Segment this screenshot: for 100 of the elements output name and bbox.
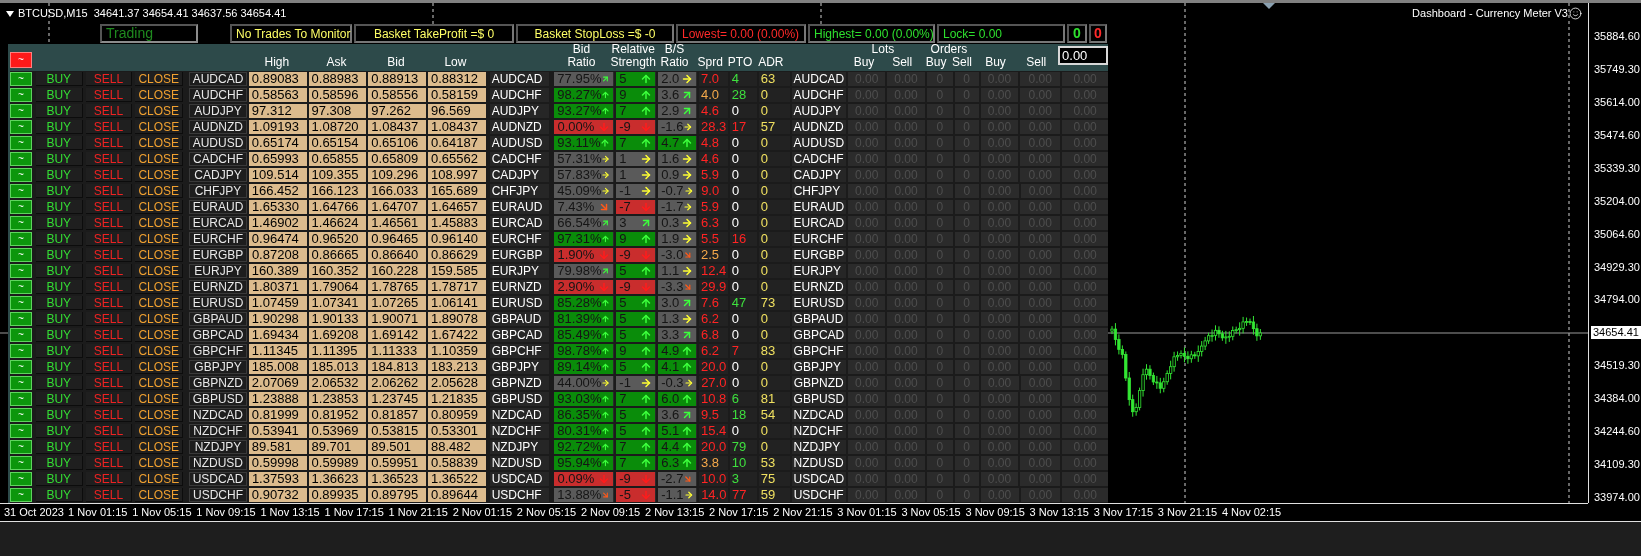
sell-button[interactable]: SELL xyxy=(85,344,133,358)
toggle-button[interactable]: ~ xyxy=(10,472,32,486)
sell-button[interactable]: SELL xyxy=(85,376,133,390)
buy-button[interactable]: BUY xyxy=(35,392,83,406)
sell-button[interactable]: SELL xyxy=(85,296,133,310)
sell-button[interactable]: SELL xyxy=(85,312,133,326)
toggle-button[interactable]: ~ xyxy=(10,216,32,230)
buy-button[interactable]: BUY xyxy=(35,168,83,182)
close-button[interactable]: CLOSE xyxy=(135,104,184,118)
close-button[interactable]: CLOSE xyxy=(135,120,184,134)
buy-button[interactable]: BUY xyxy=(35,328,83,342)
buy-button[interactable]: BUY xyxy=(35,360,83,374)
close-button[interactable]: CLOSE xyxy=(135,136,184,150)
toggle-button[interactable]: ~ xyxy=(10,440,32,454)
toggle-button[interactable]: ~ xyxy=(10,312,32,326)
close-button[interactable]: CLOSE xyxy=(135,72,184,86)
close-button[interactable]: CLOSE xyxy=(135,344,184,358)
toggle-button[interactable]: ~ xyxy=(10,200,32,214)
sell-button[interactable]: SELL xyxy=(85,472,133,486)
sell-button[interactable]: SELL xyxy=(85,72,133,86)
close-button[interactable]: CLOSE xyxy=(135,200,184,214)
toggle-button[interactable]: ~ xyxy=(10,72,32,86)
buy-button[interactable]: BUY xyxy=(35,440,83,454)
buy-button[interactable]: BUY xyxy=(35,472,83,486)
toggle-button[interactable]: ~ xyxy=(10,152,32,166)
close-button[interactable]: CLOSE xyxy=(135,472,184,486)
buy-button[interactable]: BUY xyxy=(35,344,83,358)
toggle-button[interactable]: ~ xyxy=(10,328,32,342)
close-button[interactable]: CLOSE xyxy=(135,216,184,230)
toggle-button[interactable]: ~ xyxy=(10,104,32,118)
buy-button[interactable]: BUY xyxy=(35,376,83,390)
sell-button[interactable]: SELL xyxy=(85,280,133,294)
buy-button[interactable]: BUY xyxy=(35,264,83,278)
close-button[interactable]: CLOSE xyxy=(135,88,184,102)
buy-button[interactable]: BUY xyxy=(35,456,83,470)
buy-button[interactable]: BUY xyxy=(35,136,83,150)
close-button[interactable]: CLOSE xyxy=(135,424,184,438)
sell-button[interactable]: SELL xyxy=(85,136,133,150)
sell-button[interactable]: SELL xyxy=(85,216,133,230)
toggle-button[interactable]: ~ xyxy=(10,264,32,278)
toggle-button[interactable]: ~ xyxy=(10,88,32,102)
sell-button[interactable]: SELL xyxy=(85,88,133,102)
toggle-button[interactable]: ~ xyxy=(10,52,32,68)
close-button[interactable]: CLOSE xyxy=(135,488,184,502)
sell-button[interactable]: SELL xyxy=(85,104,133,118)
close-button[interactable]: CLOSE xyxy=(135,440,184,454)
buy-button[interactable]: BUY xyxy=(35,88,83,102)
buy-button[interactable]: BUY xyxy=(35,216,83,230)
buy-button[interactable]: BUY xyxy=(35,104,83,118)
close-button[interactable]: CLOSE xyxy=(135,152,184,166)
close-button[interactable]: CLOSE xyxy=(135,376,184,390)
buy-button[interactable]: BUY xyxy=(35,424,83,438)
buy-button[interactable]: BUY xyxy=(35,184,83,198)
close-button[interactable]: CLOSE xyxy=(135,328,184,342)
toggle-button[interactable]: ~ xyxy=(10,168,32,182)
sell-button[interactable]: SELL xyxy=(85,424,133,438)
toggle-button[interactable]: ~ xyxy=(10,424,32,438)
sell-button[interactable]: SELL xyxy=(85,152,133,166)
sell-button[interactable]: SELL xyxy=(85,488,133,502)
buy-button[interactable]: BUY xyxy=(35,232,83,246)
buy-button[interactable]: BUY xyxy=(35,72,83,86)
sell-button[interactable]: SELL xyxy=(85,120,133,134)
close-button[interactable]: CLOSE xyxy=(135,248,184,262)
close-button[interactable]: CLOSE xyxy=(135,264,184,278)
toggle-button[interactable]: ~ xyxy=(10,456,32,470)
buy-button[interactable]: BUY xyxy=(35,280,83,294)
close-button[interactable]: CLOSE xyxy=(135,456,184,470)
sell-button[interactable]: SELL xyxy=(85,440,133,454)
toggle-button[interactable]: ~ xyxy=(10,248,32,262)
buy-button[interactable]: BUY xyxy=(35,120,83,134)
sell-button[interactable]: SELL xyxy=(85,200,133,214)
toggle-button[interactable]: ~ xyxy=(10,296,32,310)
buy-button[interactable]: BUY xyxy=(35,200,83,214)
toggle-button[interactable]: ~ xyxy=(10,232,32,246)
toggle-button[interactable]: ~ xyxy=(10,488,32,502)
sell-button[interactable]: SELL xyxy=(85,232,133,246)
sell-button[interactable]: SELL xyxy=(85,184,133,198)
buy-button[interactable]: BUY xyxy=(35,312,83,326)
sell-button[interactable]: SELL xyxy=(85,264,133,278)
close-button[interactable]: CLOSE xyxy=(135,184,184,198)
buy-button[interactable]: BUY xyxy=(35,152,83,166)
toggle-button[interactable]: ~ xyxy=(10,280,32,294)
sell-button[interactable]: SELL xyxy=(85,328,133,342)
buy-button[interactable]: BUY xyxy=(35,296,83,310)
toggle-button[interactable]: ~ xyxy=(10,184,32,198)
toggle-button[interactable]: ~ xyxy=(10,392,32,406)
close-button[interactable]: CLOSE xyxy=(135,408,184,422)
sell-button[interactable]: SELL xyxy=(85,408,133,422)
toggle-button[interactable]: ~ xyxy=(10,136,32,150)
sell-button[interactable]: SELL xyxy=(85,392,133,406)
toggle-button[interactable]: ~ xyxy=(10,408,32,422)
close-button[interactable]: CLOSE xyxy=(135,360,184,374)
sell-button[interactable]: SELL xyxy=(85,360,133,374)
buy-button[interactable]: BUY xyxy=(35,408,83,422)
close-button[interactable]: CLOSE xyxy=(135,232,184,246)
toggle-button[interactable]: ~ xyxy=(10,120,32,134)
close-button[interactable]: CLOSE xyxy=(135,392,184,406)
close-button[interactable]: CLOSE xyxy=(135,168,184,182)
close-button[interactable]: CLOSE xyxy=(135,280,184,294)
toggle-button[interactable]: ~ xyxy=(10,360,32,374)
